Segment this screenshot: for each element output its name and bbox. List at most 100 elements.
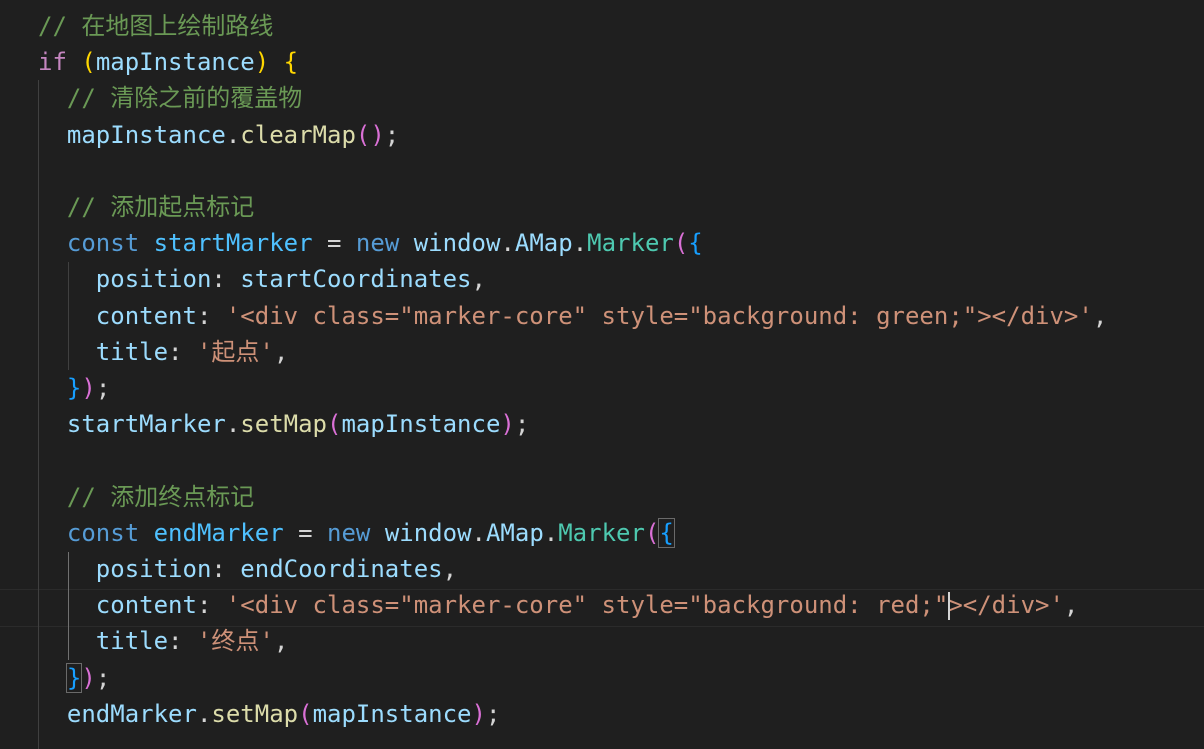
code-line[interactable]: mapInstance.clearMap(); <box>38 117 399 153</box>
code-token: , <box>1092 301 1108 330</box>
code-token: : <box>211 555 241 583</box>
code-token: title <box>38 627 169 656</box>
code-token: mapInstance <box>312 699 472 728</box>
code-token: ; <box>384 120 400 149</box>
code-line[interactable]: content: '<div class="marker-core" style… <box>38 587 1078 623</box>
code-token: : <box>211 265 241 294</box>
code-token: { <box>688 229 703 258</box>
code-token: const <box>38 229 140 258</box>
code-token: . <box>543 518 559 547</box>
code-token: ) <box>254 48 270 77</box>
code-token: ( <box>327 410 342 439</box>
code-line[interactable]: const startMarker = new window.AMap.Mark… <box>38 225 703 261</box>
code-token: , <box>442 555 458 583</box>
code-token: // 清除之前的覆盖物 <box>38 84 303 113</box>
code-token: . <box>471 518 486 547</box>
code-token: setMap <box>240 410 327 439</box>
code-line[interactable]: // 清除之前的覆盖物 <box>38 80 302 116</box>
code-token: '起点' <box>196 337 274 366</box>
code-token: '终点' <box>196 627 274 656</box>
code-token: if <box>38 48 67 77</box>
code-token: content <box>38 301 197 330</box>
code-token: clearMap <box>240 120 356 149</box>
code-token: { <box>283 48 299 77</box>
code-token: : <box>196 301 226 330</box>
code-token: Marker <box>558 518 645 547</box>
code-line[interactable]: title: '起点', <box>38 334 289 370</box>
code-token: mapInstance <box>341 410 501 439</box>
code-token: '<div class="marker-core" style="backgro… <box>225 301 1093 330</box>
code-editor[interactable]: // 在地图上绘制路线 if (mapInstance) { // 清除之前的覆盖… <box>0 0 1204 749</box>
code-token: endMarker <box>38 699 197 728</box>
code-token: position <box>38 555 212 583</box>
code-token: startMarker <box>153 229 313 258</box>
code-token: '<div class="marker-core" style="backgro… <box>225 591 949 620</box>
code-line[interactable]: startMarker.setMap(mapInstance); <box>38 406 529 442</box>
code-token: ( <box>355 120 371 149</box>
code-line[interactable]: }); <box>38 660 110 696</box>
code-line[interactable]: const endMarker = new window.AMap.Marker… <box>38 515 675 551</box>
code-token: ) <box>81 374 96 402</box>
code-token: // 在地图上绘制路线 <box>38 12 274 40</box>
code-token: ; <box>485 699 501 728</box>
code-token: title <box>38 337 169 366</box>
text-cursor <box>948 592 951 621</box>
code-token: . <box>500 229 515 258</box>
matched-bracket: { <box>658 517 675 548</box>
code-token: ( <box>81 48 96 77</box>
code-token: // 添加终点标记 <box>38 482 255 511</box>
code-line[interactable]: position: endCoordinates, <box>38 551 457 587</box>
code-token: , <box>471 265 486 294</box>
code-token: ( <box>298 699 313 728</box>
code-token: . <box>196 699 212 728</box>
code-token: ( <box>644 518 660 547</box>
code-token: new <box>355 229 400 258</box>
code-line[interactable]: // 添加终点标记 <box>38 479 254 515</box>
code-token: AMap <box>485 518 544 547</box>
code-token: position <box>38 265 212 294</box>
code-token: : <box>196 591 226 620</box>
code-line[interactable]: }); <box>38 370 110 406</box>
code-token: ) <box>81 663 96 692</box>
code-line[interactable]: content: '<div class="marker-core" style… <box>38 298 1107 334</box>
code-token: Marker <box>587 229 674 258</box>
code-token: window <box>384 518 472 547</box>
code-token: : <box>168 627 197 656</box>
code-line[interactable]: title: '终点', <box>38 623 289 659</box>
code-token: } <box>66 374 82 402</box>
code-token: const <box>38 518 140 547</box>
code-token: , <box>1063 591 1079 620</box>
code-line[interactable]: position: startCoordinates, <box>38 261 486 297</box>
code-token: ; <box>95 374 111 402</box>
code-token: ) <box>471 699 486 728</box>
code-token: setMap <box>211 699 299 728</box>
code-token: ) <box>500 410 515 439</box>
code-line[interactable]: // 在地图上绘制路线 <box>38 8 273 44</box>
code-line[interactable]: // 添加起点标记 <box>38 189 254 225</box>
code-line[interactable]: if (mapInstance) { <box>38 44 298 80</box>
code-token: ) <box>370 120 385 149</box>
code-token: : <box>168 337 197 366</box>
code-token: window <box>413 229 501 258</box>
code-token: mapInstance <box>95 48 255 77</box>
code-token: new <box>327 518 371 547</box>
code-token: ; <box>95 663 111 692</box>
matched-bracket: } <box>65 662 83 693</box>
code-token: // 添加起点标记 <box>38 193 255 221</box>
code-token: . <box>225 410 241 439</box>
code-token: endCoordinates <box>240 555 443 583</box>
code-token: ></div>' <box>948 591 1064 620</box>
code-token: ( <box>673 229 689 258</box>
code-token: = <box>283 518 328 547</box>
code-token: ; <box>514 410 530 439</box>
code-line[interactable]: endMarker.setMap(mapInstance); <box>38 696 501 732</box>
code-token: . <box>225 120 241 149</box>
